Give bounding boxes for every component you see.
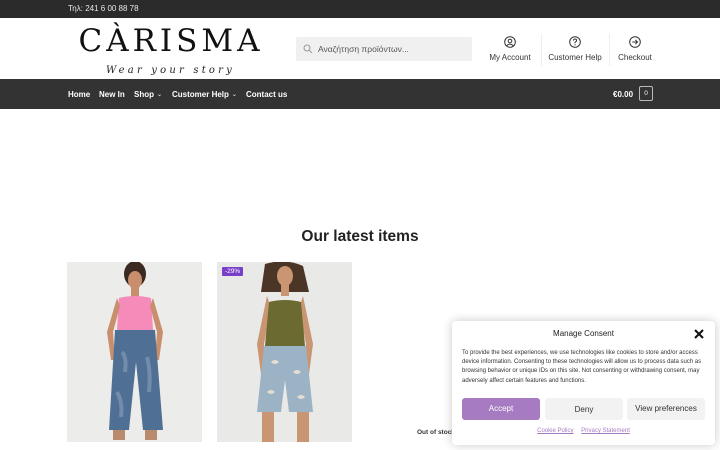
header-divider bbox=[541, 34, 542, 66]
chevron-down-icon: ⌄ bbox=[231, 92, 237, 98]
arrow-circle-icon bbox=[629, 36, 641, 48]
consent-text: To provide the best experiences, we use … bbox=[462, 350, 702, 384]
site-logo[interactable]: CÀRISMA Wear your story bbox=[78, 22, 264, 78]
product-image bbox=[67, 262, 202, 442]
nav-item-customer-help[interactable]: Customer Help ⌄ bbox=[172, 90, 237, 99]
section-title: Our latest items bbox=[301, 228, 419, 245]
nav-item-shop[interactable]: Shop ⌄ bbox=[134, 90, 162, 99]
nav-item-home[interactable]: Home bbox=[68, 90, 90, 99]
nav-item-new-in[interactable]: New In bbox=[99, 90, 125, 99]
search-icon bbox=[303, 44, 313, 54]
user-circle-icon bbox=[504, 36, 516, 48]
product-image bbox=[217, 262, 352, 442]
privacy-statement-link[interactable]: Privacy Statement bbox=[581, 428, 630, 434]
consent-title: Manage Consent bbox=[553, 329, 614, 338]
my-account-link[interactable]: My Account bbox=[486, 36, 534, 66]
cookie-policy-link[interactable]: Cookie Policy bbox=[537, 428, 573, 434]
chevron-down-icon: ⌄ bbox=[157, 92, 163, 98]
cookie-consent-dialog: Manage Consent To provide the best exper… bbox=[452, 321, 715, 445]
deny-button[interactable]: Deny bbox=[545, 398, 623, 420]
logo-tagline: Wear your story bbox=[106, 65, 235, 76]
checkout-link[interactable]: Checkout bbox=[616, 36, 654, 66]
my-account-label: My Account bbox=[489, 53, 531, 62]
nav-item-contact-us[interactable]: Contact us bbox=[246, 90, 287, 99]
view-preferences-button[interactable]: View preferences bbox=[627, 398, 705, 420]
nav-item-label: Home bbox=[68, 90, 91, 99]
accept-button[interactable]: Accept bbox=[462, 398, 540, 420]
customer-help-label: Customer Help bbox=[548, 53, 602, 62]
cart-count-badge[interactable]: 0 bbox=[639, 86, 653, 101]
nav-item-label: Contact us bbox=[246, 90, 288, 99]
top-bar: Τηλ: 241 6 00 88 78 bbox=[0, 0, 720, 18]
customer-help-link[interactable]: Customer Help bbox=[548, 36, 602, 66]
cart-total[interactable]: €0.00 bbox=[613, 90, 633, 99]
search-box[interactable] bbox=[296, 37, 472, 61]
search-input[interactable] bbox=[318, 37, 468, 61]
nav-item-label: Customer Help bbox=[172, 90, 229, 99]
product-card[interactable]: -29% bbox=[217, 262, 352, 442]
close-icon[interactable] bbox=[693, 328, 705, 340]
nav-item-label: New In bbox=[99, 90, 125, 99]
sale-badge: -29% bbox=[222, 267, 244, 276]
site-header: CÀRISMA Wear your story My Account Custo… bbox=[0, 18, 720, 79]
phone-number: Τηλ: 241 6 00 88 78 bbox=[68, 4, 139, 13]
main-navigation: Home New In Shop ⌄ Customer Help ⌄ Contact… bbox=[0, 79, 720, 109]
consent-links: Cookie Policy Privacy Statement bbox=[452, 428, 715, 434]
out-of-stock-label: Out of stock bbox=[417, 429, 455, 436]
logo-wordmark: CÀRISMA bbox=[78, 23, 264, 59]
nav-item-label: Shop bbox=[134, 90, 154, 99]
help-circle-icon bbox=[569, 36, 581, 48]
header-divider bbox=[609, 34, 610, 66]
checkout-label: Checkout bbox=[618, 53, 652, 62]
product-card[interactable] bbox=[67, 262, 202, 442]
